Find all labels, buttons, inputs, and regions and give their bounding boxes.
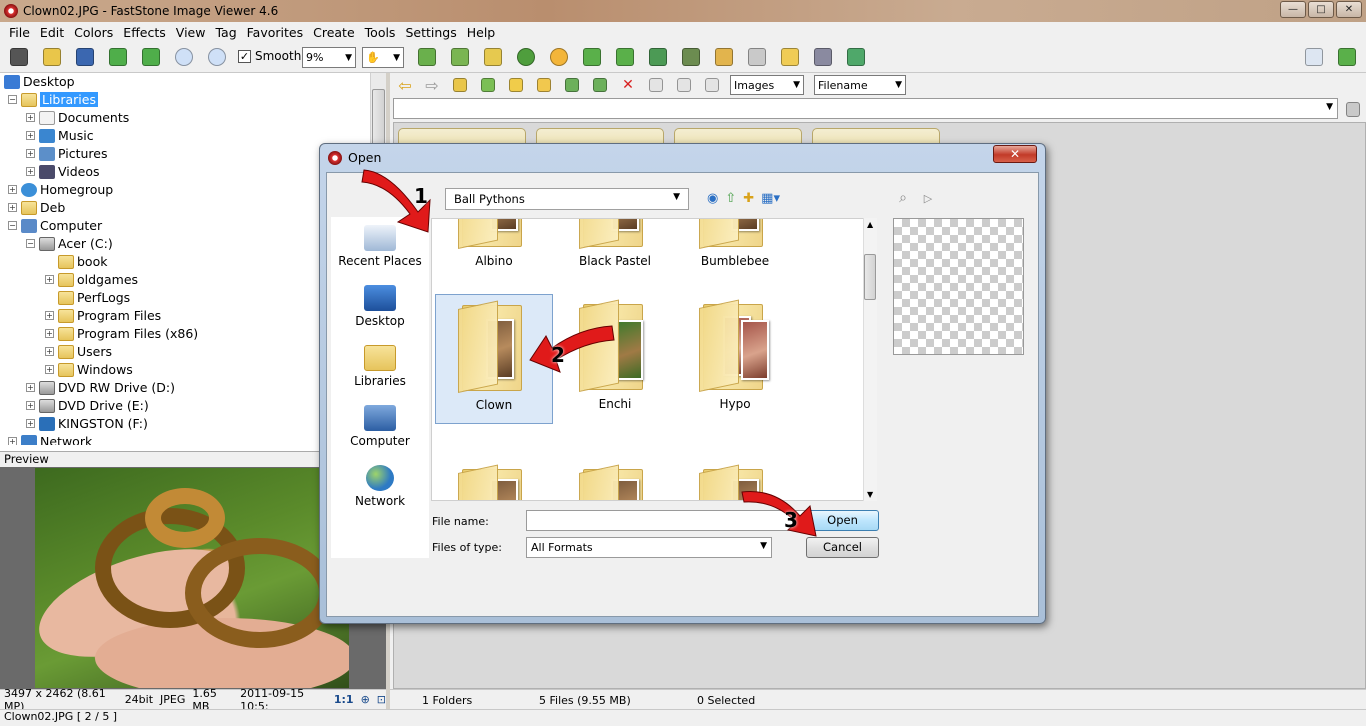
arrow-3-icon — [741, 491, 817, 537]
annotation-overlay — [361, 169, 817, 537]
annotation-number-3: 3 — [784, 508, 798, 532]
arrow-2-icon — [529, 325, 615, 373]
annotation-number-2: 2 — [551, 343, 565, 367]
annotation-number-1: 1 — [414, 184, 428, 208]
